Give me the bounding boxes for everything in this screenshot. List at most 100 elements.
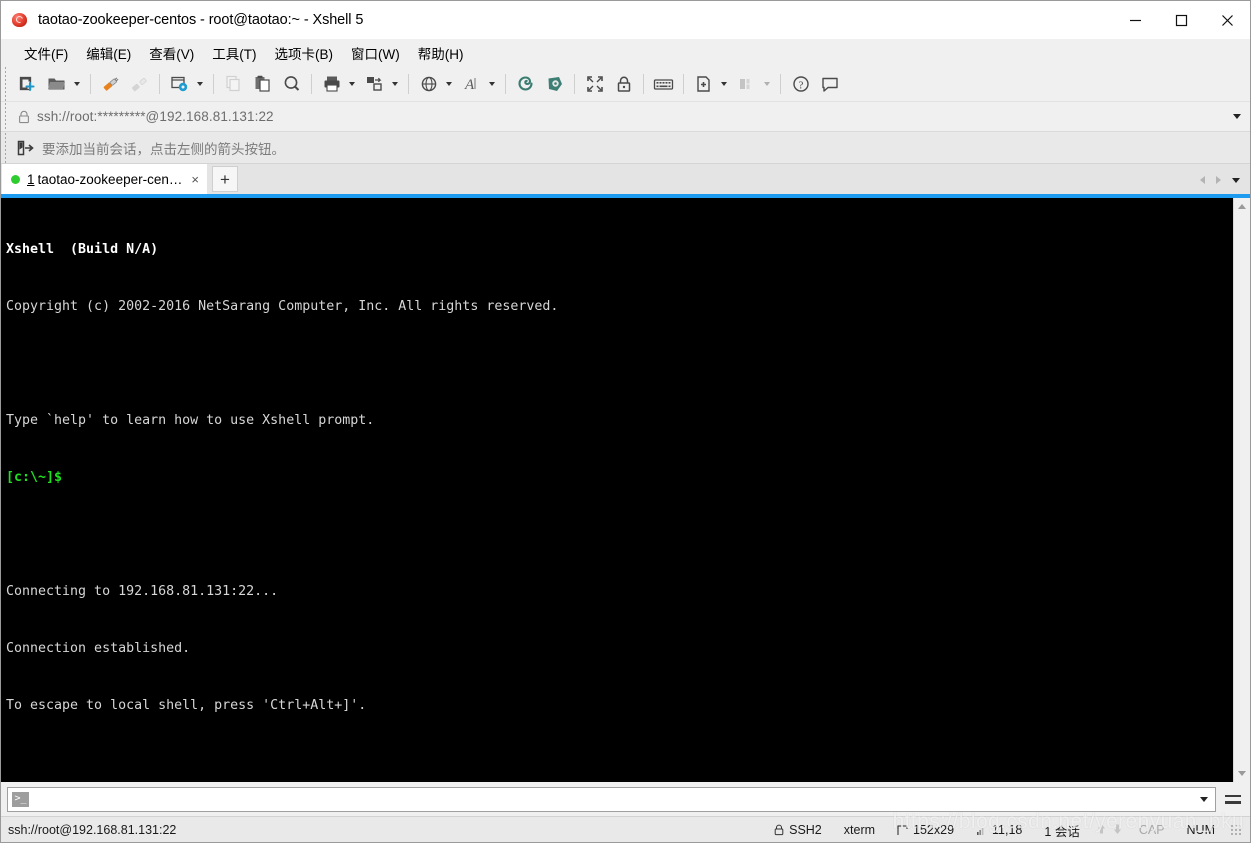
session-properties-gear-icon[interactable]	[166, 70, 193, 97]
status-sessions-label: 1 会话	[1044, 824, 1080, 839]
menu-tabs[interactable]: 选项卡(B)	[266, 40, 343, 66]
tab-label: taotao-zookeeper-cen…	[37, 171, 183, 187]
scrollbar-track[interactable]	[1234, 215, 1251, 765]
svg-text:A: A	[464, 77, 475, 93]
new-tab-button[interactable]: +	[211, 166, 238, 192]
print-dropdown-icon[interactable]	[346, 70, 358, 97]
address-value: ssh://root:*********@192.168.81.131:22	[37, 109, 274, 124]
tab-taotao-zookeeper-centos[interactable]: 1 taotao-zookeeper-cen… ×	[2, 164, 207, 194]
find-magnifier-icon[interactable]	[278, 70, 305, 97]
toolbar-separator	[574, 73, 575, 94]
status-bar: ssh://root@192.168.81.131:22 SSH2 xterm	[1, 816, 1250, 842]
open-folder-icon[interactable]	[43, 70, 70, 97]
chat-bubble-icon[interactable]	[816, 70, 843, 97]
status-num-lock: NUM	[1186, 823, 1215, 837]
lock-icon[interactable]	[610, 70, 637, 97]
new-session-icon[interactable]	[14, 70, 41, 97]
xftp-shell-icon[interactable]	[512, 70, 539, 97]
command-bar: >_	[1, 782, 1250, 816]
menu-help[interactable]: 帮助(H)	[409, 40, 473, 66]
keyboard-icon[interactable]	[650, 70, 677, 97]
window-title: taotao-zookeeper-centos - root@taotao:~ …	[38, 12, 364, 28]
chevron-right-icon[interactable]	[1210, 170, 1226, 190]
terminal-output[interactable]: Xshell (Build N/A) Copyright (c) 2002-20…	[1, 198, 1233, 782]
toolbar-separator	[159, 73, 160, 94]
svg-text:?: ?	[798, 79, 803, 91]
title-bar-left: taotao-zookeeper-centos - root@taotao:~ …	[1, 12, 363, 29]
terminal-line: Connection established.	[6, 641, 191, 656]
paste-icon[interactable]	[249, 70, 276, 97]
connect-plug-icon[interactable]	[97, 70, 124, 97]
tab-navigation	[1194, 170, 1246, 190]
status-protocol: SSH2	[763, 823, 833, 837]
menu-view[interactable]: 查看(V)	[140, 40, 203, 66]
terminal-scrollbar[interactable]	[1233, 198, 1250, 782]
fullscreen-icon[interactable]	[581, 70, 608, 97]
address-input[interactable]: ssh://root:*********@192.168.81.131:22	[13, 104, 1224, 129]
tab-number: 1	[27, 171, 35, 187]
terminal-line: Xshell (Build N/A)	[6, 242, 159, 257]
xshell-window: taotao-zookeeper-centos - root@taotao:~ …	[0, 0, 1251, 843]
status-caps-lock: CAP	[1138, 823, 1165, 837]
address-bar-grip[interactable]	[1, 102, 10, 131]
print-icon[interactable]	[318, 70, 345, 97]
terminal-line: [c:\~]$	[6, 470, 63, 485]
resize-grip-icon[interactable]	[1230, 824, 1242, 836]
menu-file[interactable]: 文件(F)	[15, 40, 77, 66]
file-transfer-dropdown-icon[interactable]	[389, 70, 401, 97]
chevron-left-icon[interactable]	[1194, 170, 1210, 190]
xshell-logo-icon	[12, 12, 29, 29]
terminal-line: Connecting to 192.168.81.131:22...	[6, 584, 279, 599]
tab-bar: 1 taotao-zookeeper-cen… × +	[1, 164, 1250, 198]
status-sessions: 1 会话	[1033, 821, 1090, 840]
maximize-icon[interactable]	[1158, 1, 1204, 39]
arrow-down-icon	[1113, 823, 1122, 838]
open-folder-dropdown-icon[interactable]	[71, 70, 83, 97]
toolbar-separator	[90, 73, 91, 94]
chevron-down-icon[interactable]	[1195, 788, 1213, 811]
globe-encoding-dropdown-icon[interactable]	[443, 70, 455, 97]
tab-list-chevron-down-icon[interactable]	[1226, 170, 1246, 190]
toolbar-grip[interactable]	[1, 66, 10, 101]
hint-bar-grip[interactable]	[1, 132, 10, 163]
font-size-icon[interactable]: A	[458, 70, 485, 97]
status-bar-right: SSH2 xterm 152x29 11,18 1 会话 CAP NUM	[763, 817, 1242, 843]
hamburger-menu-icon[interactable]	[1222, 786, 1244, 812]
toolbar: A ?	[1, 66, 1250, 102]
command-input[interactable]: >_	[7, 786, 1216, 812]
add-to-favorites-arrow-icon[interactable]	[17, 140, 34, 156]
layout-panes-dropdown-icon[interactable]	[761, 70, 773, 97]
chevron-down-icon[interactable]	[1224, 103, 1250, 131]
cursor-position-icon	[976, 825, 987, 836]
screen-size-icon	[897, 824, 908, 836]
menu-window[interactable]: 窗口(W)	[342, 40, 409, 66]
copy-icon[interactable]	[220, 70, 247, 97]
connected-green-dot	[11, 174, 20, 184]
address-bar: ssh://root:*********@192.168.81.131:22	[1, 102, 1250, 132]
favorites-hint-text: 要添加当前会话，点击左侧的箭头按钮。	[42, 141, 285, 157]
minimize-icon[interactable]	[1112, 1, 1158, 39]
help-question-icon[interactable]: ?	[787, 70, 814, 97]
menu-edit[interactable]: 编辑(E)	[77, 40, 140, 66]
session-properties-dropdown-icon[interactable]	[194, 70, 206, 97]
disconnect-plug-icon[interactable]	[126, 70, 153, 97]
toolbar-separator	[408, 73, 409, 94]
add-tab-dropdown-icon[interactable]	[718, 70, 730, 97]
arrow-up-icon	[1097, 823, 1106, 838]
menu-tools[interactable]: 工具(T)	[203, 40, 265, 66]
close-icon[interactable]: ×	[189, 173, 201, 186]
globe-encoding-icon[interactable]	[415, 70, 442, 97]
close-icon[interactable]	[1204, 1, 1250, 39]
xshell-green-icon[interactable]	[541, 70, 568, 97]
status-transfer-indicators	[1091, 823, 1128, 838]
font-size-dropdown-icon[interactable]	[486, 70, 498, 97]
add-tab-icon[interactable]	[690, 70, 717, 97]
chevron-down-icon[interactable]	[1234, 765, 1251, 782]
status-cursor-position: 11,18	[965, 823, 1033, 837]
favorites-hint-bar: 要添加当前会话，点击左侧的箭头按钮。	[1, 132, 1250, 164]
lock-icon	[774, 824, 784, 836]
layout-panes-icon[interactable]	[733, 70, 760, 97]
chevron-up-icon[interactable]	[1234, 198, 1251, 215]
status-protocol-label: SSH2	[789, 823, 822, 837]
file-transfer-icon[interactable]	[361, 70, 388, 97]
